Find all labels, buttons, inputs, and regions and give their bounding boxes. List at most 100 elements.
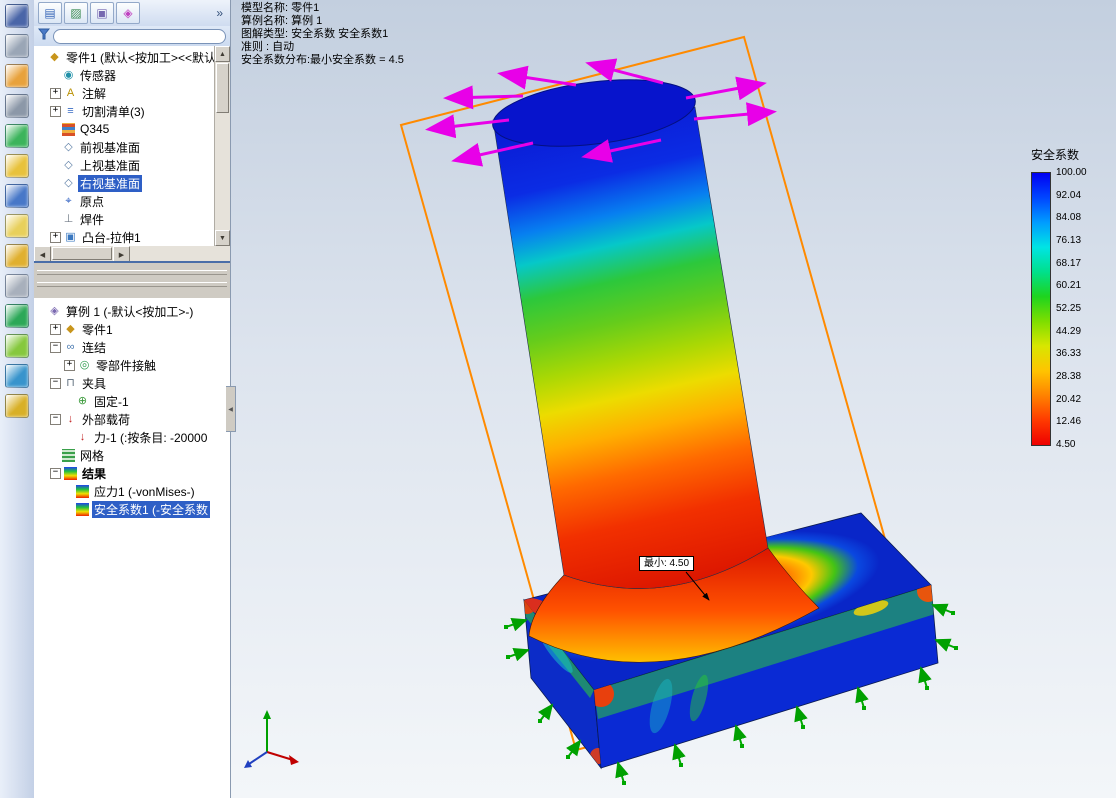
panel-tab-2[interactable]: ▨ [64,2,88,24]
tree-item-label[interactable]: 零件1 [80,321,115,338]
panel-tab-3[interactable]: ▣ [90,2,114,24]
left-tool-icon-3[interactable] [5,64,29,88]
fixture-foot [679,763,683,767]
tree-item-plot[interactable]: 安全系数1 (-安全系数 [34,500,230,518]
fixture-foot [566,755,570,759]
connections-icon: ∞ [66,340,75,353]
tree-item-label[interactable]: Q345 [78,122,111,136]
tree-item-part[interactable]: ◆ 零件1 (默认<按加工><<默认... [34,48,215,66]
expand-icon[interactable]: + [50,105,61,117]
left-tool-icon-6[interactable] [5,154,29,178]
tree-item-label[interactable]: 结果 [80,465,108,482]
tree-item-label[interactable]: 力-1 (:按条目: -20000 [92,429,209,446]
panel-overflow-button[interactable]: » [213,6,226,20]
tree-item-contact[interactable]: + ◎ 零部件接触 [34,356,230,374]
tree-item-label[interactable]: 网格 [78,447,106,464]
tree-item-plot[interactable]: 应力1 (-vonMises-) [34,482,230,500]
fixture-arrow [918,666,932,689]
collapse-icon[interactable]: − [50,341,61,353]
expand-icon[interactable]: + [50,323,61,335]
tree-item-cutlist[interactable]: + ≡ 切割清单(3) [34,102,215,120]
tree-item-label[interactable]: 右视基准面 [78,174,143,192]
cutlist-icon: ≡ [67,104,74,117]
left-tool-icon-12[interactable] [5,334,29,358]
left-tool-icon-14[interactable] [5,394,29,418]
left-tool-icon-7[interactable] [5,184,29,208]
scroll-up-button[interactable]: ▲ [215,46,230,62]
filter-funnel-icon [37,27,51,45]
left-tool-icon-5[interactable] [5,124,29,148]
min-fos-value: 最小: 4.50 [644,558,690,569]
legend-value: 4.50 [1056,439,1076,450]
left-tool-icon-2[interactable] [5,34,29,58]
tree-item-label[interactable]: 零件1 (默认<按加工><<默认... [64,49,215,66]
tree-item-label[interactable]: 应力1 (-vonMises-) [92,483,197,500]
tree-item-label[interactable]: 注解 [80,85,108,102]
tree-item-label[interactable]: 传感器 [78,67,118,84]
tree-item-label[interactable]: 固定-1 [92,393,131,410]
tree-item-weldment[interactable]: ⊥ 焊件 [34,210,215,228]
scrollbar-thumb[interactable] [216,63,229,113]
panel-splitter[interactable] [34,261,230,300]
tree-item-plane[interactable]: ◇ 前视基准面 [34,138,215,156]
fixtures-icon: ⊓ [66,376,75,389]
left-tool-icon-11[interactable] [5,304,29,328]
tree-item-loads[interactable]: − ↓ 外部载荷 [34,410,230,428]
collapse-icon[interactable]: − [50,467,61,479]
tree-item-label[interactable]: 焊件 [78,211,106,228]
tree-item-study[interactable]: ◈ 算例 1 (-默认<按加工>-) [34,302,230,320]
tree-item-annotations[interactable]: + A 注解 [34,84,215,102]
left-tool-icon-9[interactable] [5,244,29,268]
panel-collapse-handle[interactable]: ◀ [226,386,236,432]
tree-item-label[interactable]: 前视基准面 [78,139,142,156]
tree-item-results[interactable]: − 结果 [34,464,230,482]
study-icon: ◈ [50,304,59,317]
tree-item-label[interactable]: 原点 [78,193,106,210]
expand-icon[interactable]: + [64,359,75,371]
left-tool-icon-4[interactable] [5,94,29,118]
tree-item-part2[interactable]: + ◆ 零件1 [34,320,230,338]
fixture-foot [506,655,510,659]
tree-item-connections[interactable]: − ∞ 连结 [34,338,230,356]
tree-item-extrude[interactable]: + ▣ 凸台-拉伸1 [34,228,215,246]
tree-item-label[interactable]: 夹具 [80,375,108,392]
tree-item-fixed[interactable]: ⊕ 固定-1 [34,392,230,410]
expand-icon[interactable]: + [50,231,61,243]
tree-item-label[interactable]: 凸台-拉伸1 [80,229,143,246]
tree-item-label[interactable]: 安全系数1 (-安全系数 [92,500,211,518]
left-tool-icon-1[interactable] [5,4,29,28]
left-tool-icon-13[interactable] [5,364,29,388]
fixture-arrow [855,686,869,709]
left-toolbar [0,0,35,798]
tree-item-plane[interactable]: ◇ 右视基准面 [34,174,215,192]
collapse-icon[interactable]: − [50,377,61,389]
scroll-down-button[interactable]: ▼ [215,230,230,246]
tree-item-origin[interactable]: ⌖ 原点 [34,192,215,210]
legend-value: 76.13 [1056,235,1082,246]
tree-item-fixtures[interactable]: − ⊓ 夹具 [34,374,230,392]
tree-item-label[interactable]: 上视基准面 [78,157,142,174]
left-tool-icon-10[interactable] [5,274,29,298]
filter-input[interactable] [53,28,226,44]
left-tool-icon-8[interactable] [5,214,29,238]
panel-tab-4[interactable]: ◈ [116,2,140,24]
scrollbar-thumb[interactable] [52,247,112,260]
vertical-scrollbar[interactable]: ▲ ▼ [214,46,230,246]
tree-item-label[interactable]: 零部件接触 [94,357,158,374]
tree-item-material[interactable]: Q345 [34,120,215,138]
tree-item-label[interactable]: 算例 1 (-默认<按加工>-) [64,303,195,320]
expand-icon[interactable]: + [50,87,61,99]
tree-item-force[interactable]: ↓ 力-1 (:按条目: -20000 [34,428,230,446]
graphics-viewport[interactable]: 模型名称: 零件1 算例名称: 算例 1 图解类型: 安全系数 安全系数1 准则 : … [231,0,1116,798]
fixture-foot [954,646,958,650]
tree-item-mesh[interactable]: 网格 [34,446,230,464]
tree-item-label[interactable]: 切割清单(3) [80,103,147,120]
model-canvas[interactable] [231,0,1116,798]
tree-item-plane[interactable]: ◇ 上视基准面 [34,156,215,174]
tree-item-label[interactable]: 外部载荷 [80,411,132,428]
panel-tab-1[interactable]: ▤ [38,2,62,24]
collapse-icon[interactable]: − [50,413,61,425]
horizontal-scrollbar[interactable]: ◀ ▶ [34,246,230,263]
tree-item-label[interactable]: 连结 [80,339,108,356]
tree-item-sensors[interactable]: ◉ 传感器 [34,66,215,84]
